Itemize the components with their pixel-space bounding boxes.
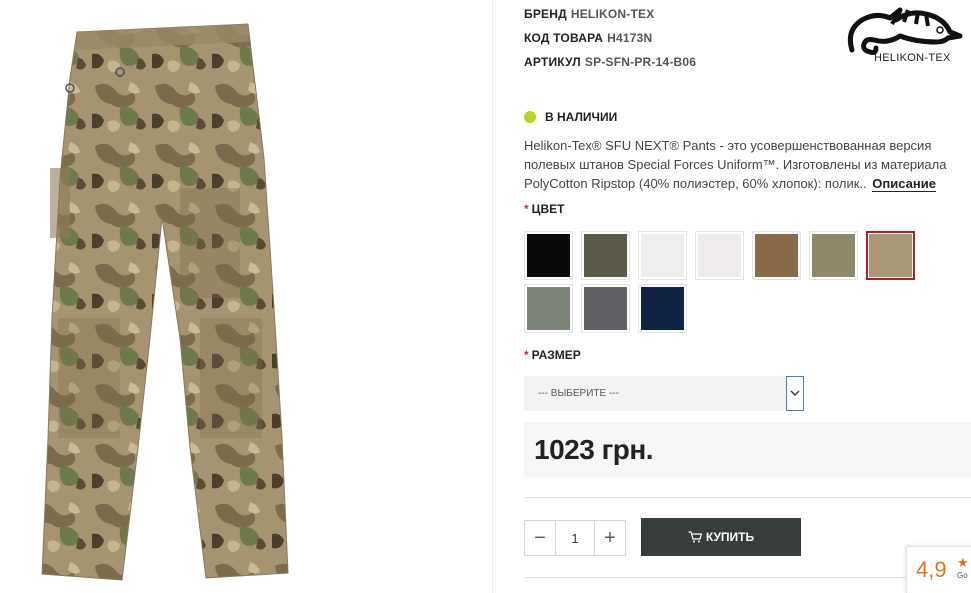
color-swatch[interactable] — [581, 231, 630, 280]
rating-source: Go — [957, 571, 968, 580]
color-swatch[interactable] — [524, 284, 573, 333]
quantity-input[interactable]: 1 — [555, 521, 595, 555]
description-link[interactable]: Описание — [872, 176, 936, 192]
product-description: Helikon-Tex® SFU NEXT® Pants - это усове… — [524, 136, 971, 193]
brand-row: БРЕНД HELIKON-TEX — [524, 7, 654, 21]
rating-value: 4,9 — [916, 557, 947, 582]
sku-value: SP-SFN-PR-14-B06 — [584, 55, 697, 69]
brand-value[interactable]: HELIKON-TEX — [571, 7, 655, 21]
quantity-stepper[interactable]: − 1 + — [524, 520, 626, 556]
divider — [524, 577, 971, 578]
color-label: * ЦВЕТ — [524, 202, 564, 216]
swatch-fill — [698, 234, 741, 277]
color-label-text: ЦВЕТ — [531, 202, 565, 216]
price: 1023 грн. — [534, 434, 654, 465]
stock-dot-icon — [524, 111, 536, 123]
size-select-value: --- ВЫБЕРИТЕ --- — [538, 388, 619, 399]
color-swatches — [524, 231, 964, 333]
swatch-fill — [755, 234, 798, 277]
swatch-fill — [869, 234, 912, 277]
product-image-panel — [0, 0, 493, 593]
color-swatch[interactable] — [638, 231, 687, 280]
star-icon: ★ — [957, 555, 969, 570]
sku-row: АРТИКУЛ SP-SFN-PR-14-B06 — [524, 55, 696, 69]
required-mark: * — [524, 348, 529, 362]
size-select[interactable]: --- ВЫБЕРИТЕ --- — [524, 376, 804, 411]
rating-badge[interactable]: 4,9 ★ Go — [906, 546, 971, 593]
swatch-fill — [584, 234, 627, 277]
color-swatch[interactable] — [638, 284, 687, 333]
product-code-label: КОД ТОВАРА — [524, 31, 604, 45]
color-swatch[interactable] — [752, 231, 801, 280]
increase-button[interactable]: + — [595, 521, 625, 555]
swatch-fill — [641, 234, 684, 277]
color-swatch[interactable] — [866, 231, 915, 280]
price-box: 1023 грн. — [524, 422, 971, 477]
swatch-fill — [641, 287, 684, 330]
buy-button[interactable]: КУПИТЬ — [641, 518, 801, 556]
divider — [524, 497, 971, 498]
color-swatch[interactable] — [524, 231, 573, 280]
product-image[interactable] — [30, 18, 290, 588]
swatch-fill — [584, 287, 627, 330]
chevron-down-icon[interactable] — [786, 376, 804, 411]
sku-label: АРТИКУЛ — [524, 55, 581, 69]
product-code-row: КОД ТОВАРА H4173N — [524, 31, 652, 45]
stock-status: В НАЛИЧИИ — [524, 110, 617, 124]
color-swatch[interactable] — [695, 231, 744, 280]
buy-button-label: КУПИТЬ — [705, 530, 755, 544]
swatch-fill — [527, 287, 570, 330]
color-swatch[interactable] — [581, 284, 630, 333]
brand-label: БРЕНД — [524, 7, 567, 21]
decrease-button[interactable]: − — [525, 521, 555, 555]
product-code-value: H4173N — [607, 31, 653, 45]
swatch-fill — [527, 234, 570, 277]
required-mark: * — [524, 202, 529, 216]
logo-text: HELIKON-TEX — [874, 52, 951, 64]
size-label-text: РАЗМЕР — [531, 348, 581, 362]
swatch-fill — [812, 234, 855, 277]
cart-icon — [688, 531, 702, 543]
stock-text: В НАЛИЧИИ — [545, 110, 618, 124]
color-swatch[interactable] — [809, 231, 858, 280]
size-label: * РАЗМЕР — [524, 348, 581, 362]
